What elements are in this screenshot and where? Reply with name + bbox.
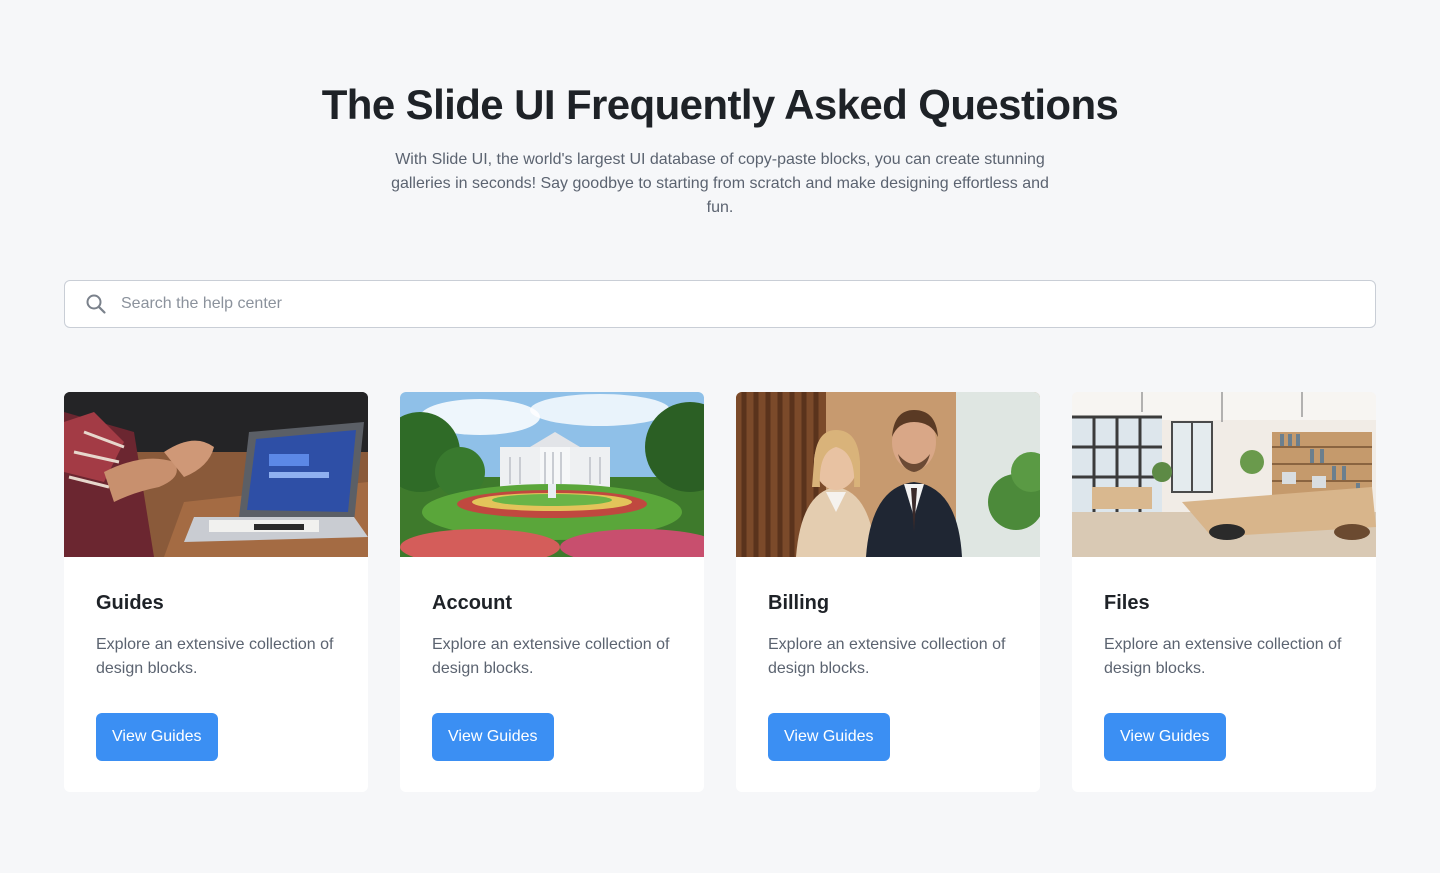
card-title: Files xyxy=(1104,592,1150,614)
faq-header: The Slide UI Frequently Asked Questions … xyxy=(0,0,1440,220)
team-laptop-photo xyxy=(64,392,368,557)
view-guides-button[interactable]: View Guides xyxy=(1104,713,1226,761)
search-input[interactable] xyxy=(121,281,1375,327)
card-title: Billing xyxy=(768,592,830,614)
card-guides: Guides Explore an extensive collection o… xyxy=(64,392,368,792)
office-interior-photo xyxy=(1072,392,1376,557)
page-subtitle: With Slide UI, the world's largest UI da… xyxy=(391,151,1049,216)
card-title: Account xyxy=(432,592,512,614)
faq-page: The Slide UI Frequently Asked Questions … xyxy=(0,0,1440,873)
business-couple-photo xyxy=(736,392,1040,557)
search-bar[interactable] xyxy=(64,280,1376,328)
view-guides-button[interactable]: View Guides xyxy=(768,713,890,761)
card-description: Explore an extensive collection of desig… xyxy=(1104,636,1342,677)
card-description: Explore an extensive collection of desig… xyxy=(768,636,1006,677)
card-account: Account Explore an extensive collection … xyxy=(400,392,704,792)
search-icon xyxy=(85,293,107,315)
card-title: Guides xyxy=(96,592,164,614)
card-files: Files Explore an extensive collection of… xyxy=(1072,392,1376,792)
card-description: Explore an extensive collection of desig… xyxy=(96,636,334,677)
page-title: The Slide UI Frequently Asked Questions xyxy=(321,81,1119,128)
card-billing: Billing Explore an extensive collection … xyxy=(736,392,1040,792)
category-cards: Guides Explore an extensive collection o… xyxy=(64,392,1376,792)
view-guides-button[interactable]: View Guides xyxy=(432,713,554,761)
card-description: Explore an extensive collection of desig… xyxy=(432,636,670,677)
white-house-garden-photo xyxy=(400,392,704,557)
view-guides-button[interactable]: View Guides xyxy=(96,713,218,761)
